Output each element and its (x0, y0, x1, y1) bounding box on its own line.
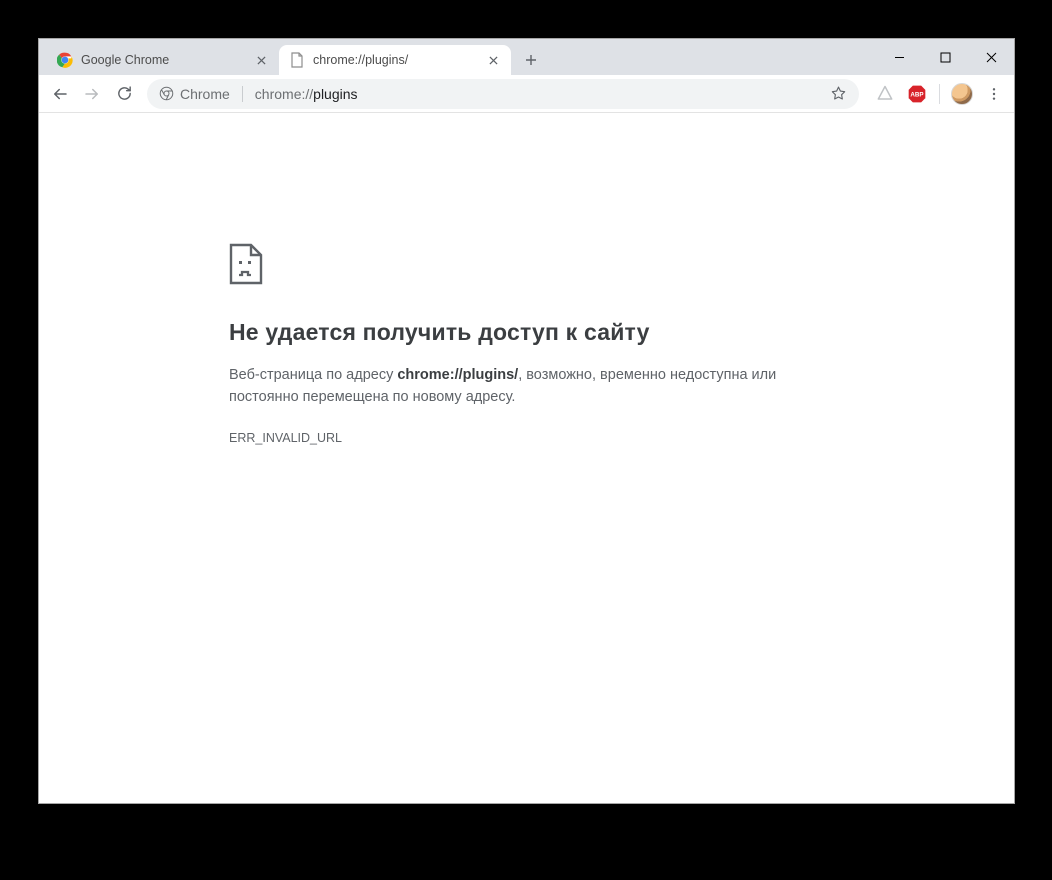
page-content: Не удается получить доступ к сайту Веб-с… (39, 113, 1014, 803)
tab-google-chrome[interactable]: Google Chrome (47, 45, 279, 75)
tab-title: chrome://plugins/ (313, 53, 477, 67)
minimize-button[interactable] (876, 42, 922, 72)
error-page: Не удается получить доступ к сайту Веб-с… (229, 243, 829, 445)
maximize-button[interactable] (922, 42, 968, 72)
close-icon[interactable] (253, 52, 269, 68)
chrome-mono-icon (159, 86, 174, 101)
error-title: Не удается получить доступ к сайту (229, 319, 829, 346)
extensions-area: ABP (867, 80, 1008, 108)
chip-label: Chrome (180, 86, 230, 102)
address-bar[interactable]: Chrome chrome://plugins (147, 79, 859, 109)
sad-page-icon (229, 243, 263, 285)
extension-separator (939, 84, 940, 104)
profile-avatar[interactable] (948, 80, 976, 108)
browser-window: Google Chrome chrome://plugins/ (38, 38, 1015, 804)
tab-plugins[interactable]: chrome://plugins/ (279, 45, 511, 75)
error-message: Веб-страница по адресу chrome://plugins/… (229, 364, 829, 409)
tab-title: Google Chrome (81, 53, 245, 67)
error-code: ERR_INVALID_URL (229, 431, 829, 445)
url-text: chrome://plugins (255, 86, 358, 102)
svg-text:ABP: ABP (910, 91, 923, 98)
back-button[interactable] (45, 79, 75, 109)
menu-button[interactable] (980, 80, 1008, 108)
reload-button[interactable] (109, 79, 139, 109)
window-controls (876, 39, 1014, 75)
bookmark-star-icon[interactable] (830, 85, 847, 102)
chip-separator (242, 86, 243, 102)
forward-button[interactable] (77, 79, 107, 109)
file-icon (289, 52, 305, 68)
close-icon[interactable] (485, 52, 501, 68)
toolbar: Chrome chrome://plugins ABP (39, 75, 1014, 113)
close-window-button[interactable] (968, 42, 1014, 72)
avatar-icon (951, 83, 973, 105)
site-chip[interactable]: Chrome (159, 86, 230, 102)
abp-ext-icon[interactable]: ABP (903, 80, 931, 108)
new-tab-button[interactable] (517, 46, 545, 74)
chrome-icon (57, 52, 73, 68)
tab-strip: Google Chrome chrome://plugins/ (39, 39, 1014, 75)
yandex-ext-icon[interactable] (871, 80, 899, 108)
